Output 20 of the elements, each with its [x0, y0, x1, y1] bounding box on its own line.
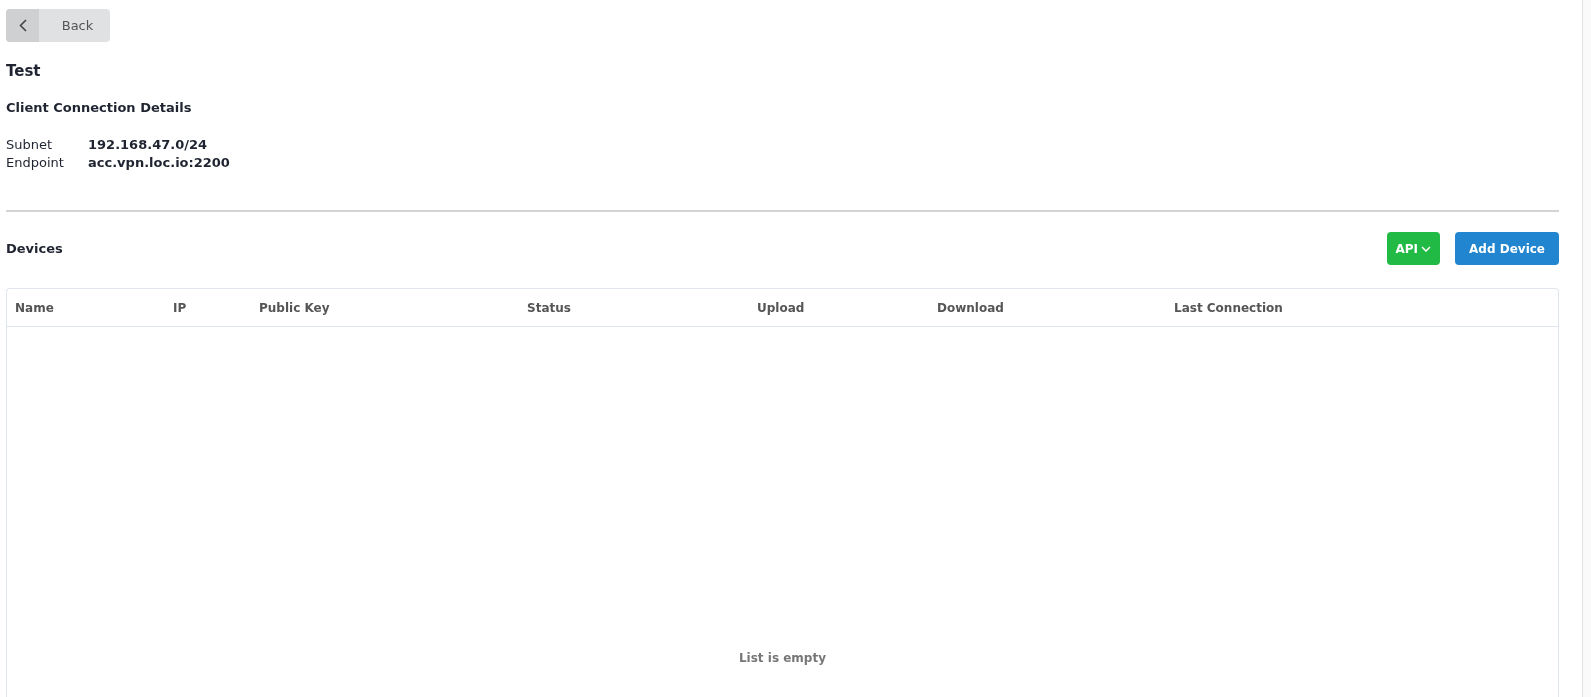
- back-button[interactable]: Back: [6, 9, 110, 42]
- section-heading: Client Connection Details: [6, 100, 193, 116]
- column-header: Upload: [757, 300, 806, 315]
- section-heading: Devices: [6, 241, 64, 256]
- field-label: Subnet: [6, 137, 54, 152]
- column-header: IP: [173, 300, 188, 315]
- column-header: Download: [937, 300, 1005, 315]
- empty-message: List is empty: [738, 651, 826, 665]
- chevron-down-icon: [1421, 245, 1432, 252]
- add-device-button[interactable]: Add Device: [1455, 232, 1559, 265]
- api-dropdown-button[interactable]: API: [1386, 232, 1441, 265]
- column-header: Public Key: [259, 300, 331, 315]
- field-value: acc.vpn.loc.io:2200: [88, 155, 230, 170]
- field-value: 192.168.47.0/24: [88, 137, 209, 152]
- column-header: Status: [527, 300, 572, 315]
- chevron-left-icon: [18, 19, 27, 32]
- field-label: Endpoint: [6, 155, 65, 170]
- column-header: Name: [15, 300, 55, 315]
- column-header: Last Connection: [1174, 300, 1284, 315]
- page-title: Test: [6, 62, 42, 80]
